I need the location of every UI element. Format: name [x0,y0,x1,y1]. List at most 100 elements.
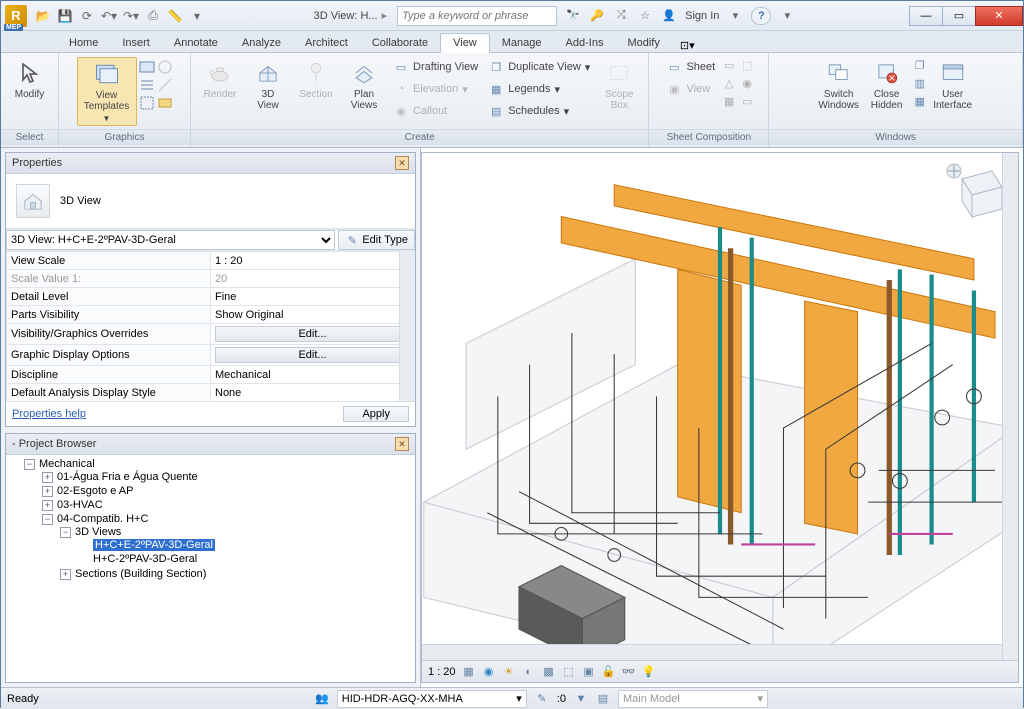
thin-lines-icon[interactable] [139,77,155,93]
print-icon[interactable]: ⎙ [145,8,161,24]
open-icon[interactable]: 📂 [35,8,51,24]
minimize-button[interactable]: — [909,6,943,26]
tab-modify[interactable]: Modify [615,34,671,52]
tree-node-sections[interactable]: +Sections (Building Section) [60,567,415,581]
help-icon[interactable]: ? [751,7,771,25]
viewport-scroll-horizontal[interactable] [422,644,1002,660]
tree-node-03[interactable]: +03-HVAC [42,498,415,512]
prop-row-detail[interactable]: Detail LevelFine [7,288,415,306]
prop-row-scalevalue[interactable]: Scale Value 1:20 [7,270,415,288]
tree-node-mechanical[interactable]: −Mechanical +01-Água Fria e Água Quente … [24,457,415,583]
view-scale-display[interactable]: 1 : 20 [428,666,456,678]
viewport-icon[interactable]: ▭ [739,93,755,109]
prop-row-vg[interactable]: Visibility/Graphics OverridesEdit... [7,324,415,345]
revisions-icon[interactable]: △ [721,75,737,91]
render-button[interactable]: Render [197,57,243,102]
prop-row-parts[interactable]: Parts VisibilityShow Original [7,306,415,324]
view-ref-icon[interactable]: ◉ [739,75,755,91]
detail-level-icon[interactable]: ▦ [462,665,476,679]
title-block-icon[interactable]: ▭ [721,57,737,73]
guide-grid-icon[interactable]: ▦ [721,93,737,109]
star-icon[interactable]: ☆ [637,8,653,24]
sync-icon[interactable]: ⟳ [79,8,95,24]
tab-annotate[interactable]: Annotate [162,34,230,52]
section-button[interactable]: Section [293,57,339,102]
user-icon[interactable]: 👤 [661,8,677,24]
prop-row-discipline[interactable]: DisciplineMechanical [7,366,415,384]
worksets-icon[interactable]: 👥 [315,692,329,706]
search-input[interactable] [397,6,557,26]
tab-architect[interactable]: Architect [293,34,360,52]
canvas-3d[interactable] [422,153,1018,682]
tab-analyze[interactable]: Analyze [230,34,293,52]
expand-icon[interactable]: + [42,472,53,483]
active-workset-dropdown[interactable]: HID-HDR-AGQ-XX-MHA▾ [337,690,527,708]
cut-profile-icon[interactable] [157,77,173,93]
rendering-icon[interactable]: ▩ [542,665,556,679]
prop-row-analysis[interactable]: Default Analysis Display StyleNone [7,384,415,402]
callout-button[interactable]: ◉Callout [389,101,482,121]
tree-node-01[interactable]: +01-Água Fria e Água Quente [42,470,415,484]
visibility-icon[interactable] [139,59,155,75]
properties-type-row[interactable]: 3D View [6,174,415,229]
tree-node-3d-2[interactable]: ·H+C-2ºPAV-3D-Geral [78,552,415,566]
app-menu-icon[interactable]: RMEP [5,5,27,27]
shadows-icon[interactable]: ◐ [522,665,536,679]
design-option-dropdown[interactable]: Main Model▾ [618,690,768,708]
plan-views-button[interactable]: Plan Views [341,57,387,113]
tree-node-04[interactable]: −04-Compatib. H+C −3D Views ·H+C+E-2ºPAV… [42,512,415,582]
tab-manage[interactable]: Manage [490,34,554,52]
collapse-icon[interactable]: − [24,459,35,470]
undo-icon[interactable]: ↶▾ [101,8,117,24]
help-caret-icon[interactable]: ▾ [779,8,795,24]
schedules-button[interactable]: ▤Schedules ▾ [484,101,594,121]
maximize-button[interactable]: ▭ [942,6,976,26]
prop-row-viewscale[interactable]: View Scale1 : 20 [7,252,415,270]
unlock-3d-icon[interactable]: 🔓 [602,665,616,679]
tree-node-02[interactable]: +02-Esgoto e AP [42,484,415,498]
tree-node-3d-selected[interactable]: ·H+C+E-2ºPAV-3D-Geral [78,538,415,552]
tab-insert[interactable]: Insert [110,34,162,52]
crop-view-icon[interactable]: ⬚ [562,665,576,679]
save-icon[interactable]: 💾 [57,8,73,24]
matchline-icon[interactable]: ⬚ [739,57,755,73]
visual-style-icon[interactable]: ◉ [482,665,496,679]
project-browser-tree[interactable]: −Mechanical +01-Água Fria e Água Quente … [6,455,415,682]
drafting-view-button[interactable]: ▭Drafting View [389,57,482,77]
temp-hide-icon[interactable]: 👓 [622,665,636,679]
editable-only-icon[interactable]: ✎ [535,692,549,706]
legends-button[interactable]: ▦Legends ▾ [484,79,594,99]
signin-link[interactable]: Sign In [685,10,719,22]
prop-row-gdo[interactable]: Graphic Display OptionsEdit... [7,345,415,366]
cascade-icon[interactable]: ▥ [912,75,928,91]
sheet-button[interactable]: ▭Sheet [662,57,719,77]
signin-caret-icon[interactable]: ▾ [727,8,743,24]
key-icon[interactable]: 🔑 [589,8,605,24]
close-button[interactable]: ✕ [975,6,1023,26]
scope-box-button[interactable]: Scope Box [596,57,642,113]
properties-scrollbar[interactable] [399,251,415,401]
tab-addins[interactable]: Add-Ins [554,34,616,52]
gdo-edit-button[interactable]: Edit... [215,347,410,363]
redo-icon[interactable]: ↷▾ [123,8,139,24]
properties-close-icon[interactable]: ✕ [395,156,409,170]
reveal-hidden-icon[interactable]: 💡 [642,665,656,679]
browser-close-icon[interactable]: ✕ [395,437,409,451]
sun-path-icon[interactable]: ☀ [502,665,516,679]
replicate-icon[interactable]: ❐ [912,57,928,73]
collapse-icon[interactable]: − [60,527,71,538]
place-view-button[interactable]: ▣View [662,79,719,99]
tree-node-3dviews[interactable]: −3D Views ·H+C+E-2ºPAV-3D-Geral ·H+C-2ºP… [60,525,415,567]
expand-icon[interactable]: + [60,569,71,580]
edit-type-button[interactable]: ✎ Edit Type [338,230,415,250]
properties-help-link[interactable]: Properties help [12,408,86,420]
viewport[interactable]: 1 : 20 ▦ ◉ ☀ ◐ ▩ ⬚ ▣ 🔓 👓 💡 [421,152,1019,683]
tab-view[interactable]: View [440,33,490,53]
switch-windows-button[interactable]: Switch Windows [816,57,862,113]
view-templates-button[interactable]: View Templates ▼ [77,57,137,126]
tile-icon[interactable]: ▦ [912,93,928,109]
tab-home[interactable]: Home [57,34,110,52]
user-interface-button[interactable]: User Interface [930,57,976,113]
viewport-scroll-vertical[interactable] [1002,153,1018,660]
binoculars-icon[interactable]: 🔭 [565,8,581,24]
